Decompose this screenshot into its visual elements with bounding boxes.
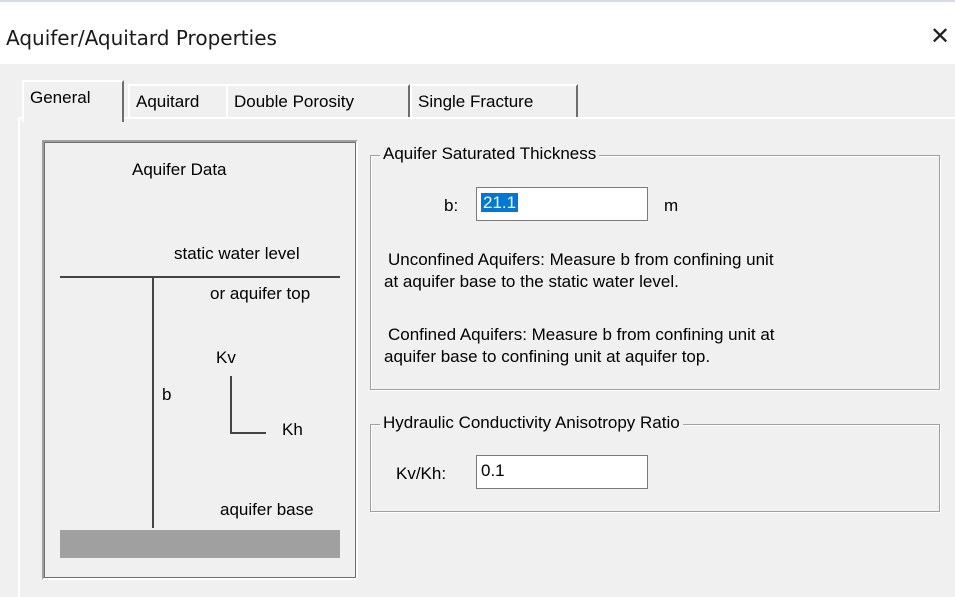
anisotropy-group xyxy=(370,424,940,512)
kv-kh-label: Kv/Kh: xyxy=(396,464,447,483)
tab-double-porosity-label: Double Porosity xyxy=(234,92,355,111)
static-water-level-line xyxy=(60,276,340,278)
b-input[interactable]: 21.1 xyxy=(476,187,648,221)
window-title: Aquifer/Aquitard Properties xyxy=(6,26,277,50)
tab-single-fracture[interactable]: Single Fracture xyxy=(410,84,578,118)
confined-text-line2: aquifer base to confining unit at aquife… xyxy=(384,347,711,366)
aquifer-diagram: Aquifer Data static water level or aquif… xyxy=(42,140,358,580)
b-input-value: 21.1 xyxy=(481,193,519,212)
static-water-level-label: static water level xyxy=(174,244,300,263)
anisotropy-legend: Hydraulic Conductivity Anisotropy Ratio xyxy=(380,413,683,433)
tab-aquitard[interactable]: Aquitard xyxy=(128,84,228,118)
kh-label: Kh xyxy=(282,420,303,439)
window-top-border xyxy=(0,0,955,2)
tab-single-fracture-label: Single Fracture xyxy=(418,92,534,111)
thickness-line xyxy=(152,278,154,528)
b-field-label: b: xyxy=(444,196,459,215)
unconfined-text-line2: at aquifer base to the static water leve… xyxy=(384,272,679,291)
saturated-thickness-legend: Aquifer Saturated Thickness xyxy=(380,144,600,164)
tab-general[interactable]: General xyxy=(22,80,124,122)
kv-axis-line xyxy=(230,376,232,434)
aquifer-top-label: or aquifer top xyxy=(210,284,311,303)
kv-kh-input-value: 0.1 xyxy=(481,461,505,480)
unconfined-text-line1: Unconfined Aquifers: Measure b from conf… xyxy=(388,250,774,269)
confined-text-line1: Confined Aquifers: Measure b from confin… xyxy=(388,325,775,344)
kv-kh-input[interactable]: 0.1 xyxy=(476,455,648,489)
tab-double-porosity[interactable]: Double Porosity xyxy=(226,84,410,118)
b-unit-label: m xyxy=(664,196,679,215)
kv-label: Kv xyxy=(216,348,236,367)
tab-general-label: General xyxy=(30,88,91,107)
aquifer-base-bar xyxy=(60,530,340,558)
b-label: b xyxy=(162,385,172,404)
close-icon[interactable]: ✕ xyxy=(930,24,955,50)
aquifer-base-label: aquifer base xyxy=(220,500,314,519)
tab-aquitard-label: Aquitard xyxy=(136,92,200,111)
kh-axis-line xyxy=(230,432,266,434)
diagram-heading: Aquifer Data xyxy=(132,160,227,179)
